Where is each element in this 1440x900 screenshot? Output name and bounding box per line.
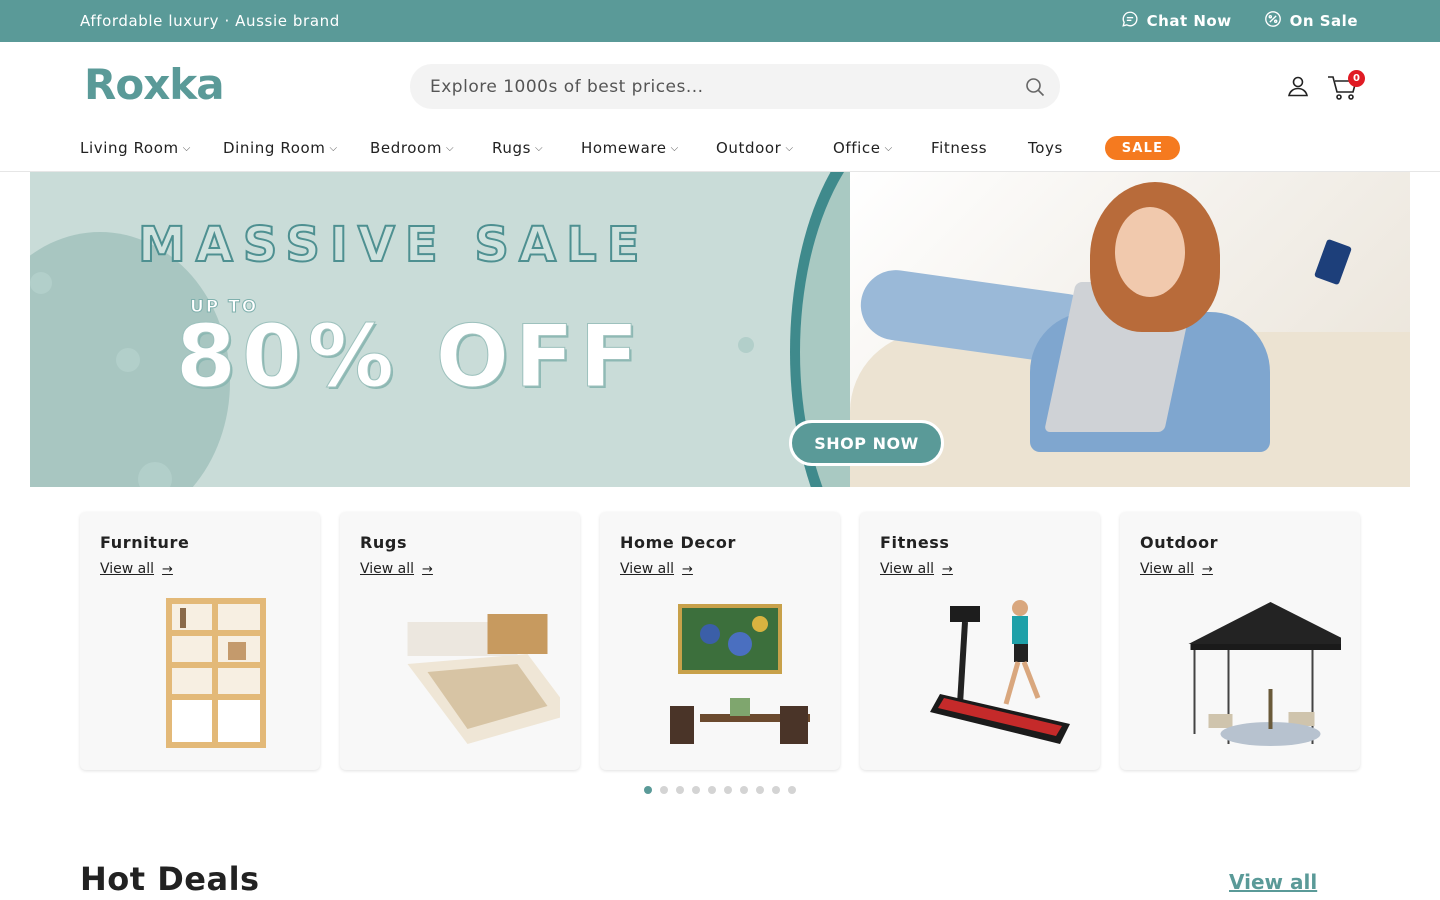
nav-item-dining-room[interactable]: Dining Room ⌵ xyxy=(223,139,338,157)
banner-dot xyxy=(30,272,52,294)
category-carousel: Furniture View all → Rugs View all → Home … xyxy=(80,512,1360,772)
nav-item-living-room[interactable]: Living Room ⌵ xyxy=(80,139,191,157)
main-nav: Living Room ⌵ Dining Room ⌵ Bedroom ⌵ Rugs ⌵… xyxy=(0,130,1440,172)
view-all-label: View all xyxy=(100,561,155,577)
arrow-right-icon: → xyxy=(682,561,693,577)
arrow-right-icon: → xyxy=(1202,561,1213,577)
account-icon[interactable] xyxy=(1286,74,1310,98)
nav-item-label: Fitness xyxy=(931,139,988,157)
carousel-dot[interactable] xyxy=(676,786,684,794)
view-all-link[interactable]: View all → xyxy=(100,561,173,577)
carousel-dot[interactable] xyxy=(724,786,732,794)
carousel-dot[interactable] xyxy=(756,786,764,794)
view-all-label: View all xyxy=(620,561,675,577)
view-all-link[interactable]: View all → xyxy=(620,561,693,577)
cart-count-badge: 0 xyxy=(1348,70,1365,87)
carousel-dots xyxy=(644,786,796,794)
nav-item-label: Toys xyxy=(1028,139,1063,157)
on-sale-link[interactable]: On Sale xyxy=(1264,10,1358,32)
view-all-link[interactable]: View all → xyxy=(1140,561,1213,577)
category-card-rugs[interactable]: Rugs View all → xyxy=(340,512,580,770)
nav-item-rugs[interactable]: Rugs ⌵ xyxy=(492,139,543,157)
banner-discount: 80% OFF xyxy=(175,307,645,408)
carousel-dot[interactable] xyxy=(660,786,668,794)
chevron-down-icon: ⌵ xyxy=(535,142,544,154)
carousel-dot[interactable] xyxy=(644,786,652,794)
announcement-bar: Affordable luxury · Aussie brand Chat No… xyxy=(0,0,1440,42)
hero-banner[interactable]: MASSIVE SALE UP TO 80% OFF SHOP NOW xyxy=(30,172,1410,487)
bookshelf-image xyxy=(166,598,266,748)
nav-item-office[interactable]: Office ⌵ xyxy=(833,139,893,157)
cart-button[interactable]: 0 xyxy=(1326,70,1365,102)
treadmill-image xyxy=(930,600,1070,744)
wall-art-image xyxy=(670,604,810,744)
banner-dot xyxy=(116,348,140,372)
nav-item-outdoor[interactable]: Outdoor ⌵ xyxy=(716,139,794,157)
nav-item-label: Outdoor xyxy=(716,139,782,157)
category-card-home-decor[interactable]: Home Decor View all → xyxy=(600,512,840,770)
category-card-furniture[interactable]: Furniture View all → xyxy=(80,512,320,770)
chevron-down-icon: ⌵ xyxy=(182,142,191,154)
search-bar xyxy=(410,64,1060,109)
chevron-down-icon: ⌵ xyxy=(670,142,679,154)
carousel-dot[interactable] xyxy=(708,786,716,794)
nav-item-fitness[interactable]: Fitness xyxy=(931,139,987,157)
hot-deals-title: Hot Deals xyxy=(80,860,260,898)
chevron-down-icon: ⌵ xyxy=(446,142,455,154)
nav-item-label: Homeware xyxy=(581,139,667,157)
category-title: Furniture xyxy=(100,533,190,552)
logo[interactable]: Roxka xyxy=(84,64,225,106)
carousel-dot[interactable] xyxy=(772,786,780,794)
nav-item-label: Office xyxy=(833,139,881,157)
arrow-right-icon: → xyxy=(422,561,433,577)
category-card-outdoor[interactable]: Outdoor View all → xyxy=(1120,512,1360,770)
nav-item-label: Living Room xyxy=(80,139,179,157)
nav-item-label: Rugs xyxy=(492,139,531,157)
arrow-right-icon: → xyxy=(942,561,953,577)
nav-item-label: Bedroom xyxy=(370,139,443,157)
nav-item-label: Dining Room xyxy=(223,139,326,157)
view-all-link[interactable]: View all → xyxy=(360,561,433,577)
cart-icon xyxy=(1326,76,1360,106)
chat-now-link[interactable]: Chat Now xyxy=(1121,10,1232,32)
carousel-dot[interactable] xyxy=(692,786,700,794)
carousel-dot[interactable] xyxy=(740,786,748,794)
chat-icon xyxy=(1121,10,1139,32)
search-input[interactable] xyxy=(430,64,1010,109)
discount-icon xyxy=(1264,10,1282,32)
search-icon[interactable] xyxy=(1024,76,1046,98)
on-sale-label: On Sale xyxy=(1289,12,1358,30)
view-all-label: View all xyxy=(360,561,415,577)
banner-photo-face xyxy=(1115,207,1185,297)
nav-sale-badge[interactable]: SALE xyxy=(1105,136,1180,160)
chevron-down-icon: ⌵ xyxy=(884,142,893,154)
view-all-label: View all xyxy=(1140,561,1195,577)
gazebo-image xyxy=(1188,602,1341,746)
chevron-down-icon: ⌵ xyxy=(785,142,794,154)
view-all-label: View all xyxy=(880,561,935,577)
topbar-links: Chat Now On Sale xyxy=(1121,10,1358,32)
chat-now-label: Chat Now xyxy=(1146,12,1232,30)
nav-item-homeware[interactable]: Homeware ⌵ xyxy=(581,139,679,157)
hot-deals-view-all-link[interactable]: View all xyxy=(1229,870,1317,894)
category-title: Home Decor xyxy=(620,533,736,552)
category-card-fitness[interactable]: Fitness View all → xyxy=(860,512,1100,770)
nav-item-bedroom[interactable]: Bedroom ⌵ xyxy=(370,139,454,157)
rug-image xyxy=(407,614,560,744)
site-header: Roxka 0 xyxy=(0,42,1440,130)
banner-headline: MASSIVE SALE xyxy=(137,216,650,274)
view-all-link[interactable]: View all → xyxy=(880,561,953,577)
chevron-down-icon: ⌵ xyxy=(329,142,338,154)
carousel-dot[interactable] xyxy=(788,786,796,794)
tagline: Affordable luxury · Aussie brand xyxy=(80,12,340,30)
category-title: Fitness xyxy=(880,533,950,552)
banner-dot xyxy=(738,337,754,353)
category-title: Rugs xyxy=(360,533,408,552)
shop-now-button[interactable]: SHOP NOW xyxy=(789,420,944,466)
category-title: Outdoor xyxy=(1140,533,1219,552)
nav-item-toys[interactable]: Toys xyxy=(1028,139,1063,157)
arrow-right-icon: → xyxy=(162,561,173,577)
